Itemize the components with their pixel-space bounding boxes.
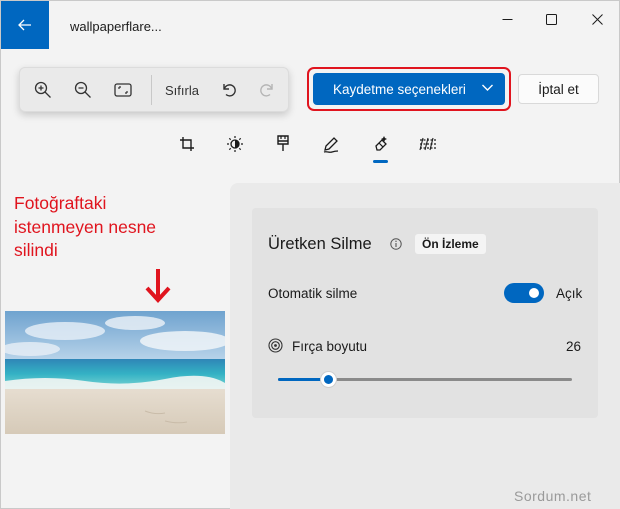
panel-title: Üretken Silme bbox=[268, 235, 372, 253]
auto-erase-toggle[interactable] bbox=[504, 283, 544, 303]
tab-filter[interactable] bbox=[273, 134, 293, 154]
tab-crop[interactable] bbox=[177, 134, 197, 154]
close-button[interactable] bbox=[574, 5, 620, 33]
info-icon[interactable] bbox=[390, 238, 402, 250]
minimize-button[interactable] bbox=[484, 5, 530, 33]
zoom-in-icon bbox=[34, 81, 51, 98]
zoom-out-button[interactable] bbox=[72, 79, 94, 101]
close-icon bbox=[591, 13, 603, 25]
preview-badge: Ön İzleme bbox=[415, 234, 486, 254]
brush-size-value: 26 bbox=[566, 339, 582, 354]
minimize-icon bbox=[502, 18, 512, 20]
annotation-text: Fotoğraftaki istenmeyen nesne silindi bbox=[14, 192, 156, 263]
tab-adjust[interactable] bbox=[225, 134, 245, 154]
fit-to-window-button[interactable] bbox=[112, 79, 134, 101]
zoom-out-icon bbox=[74, 81, 91, 98]
window-title: wallpaperflare... bbox=[70, 19, 162, 34]
brightness-icon bbox=[227, 136, 243, 152]
chevron-down-icon bbox=[481, 81, 494, 97]
fit-to-window-icon bbox=[114, 83, 132, 97]
tab-erase[interactable] bbox=[371, 134, 391, 154]
annotation-line-3: silindi bbox=[14, 240, 58, 260]
crop-icon bbox=[180, 137, 194, 151]
watermark: Sordum.net bbox=[514, 488, 592, 504]
brush-size-slider[interactable] bbox=[278, 371, 572, 388]
tab-background[interactable] bbox=[418, 134, 438, 154]
back-arrow-icon bbox=[18, 19, 31, 31]
toggle-state-label: Açık bbox=[556, 286, 583, 301]
view-toolbar: Sıfırla bbox=[19, 67, 289, 112]
brush-size-icon bbox=[268, 338, 283, 353]
brush-size-label: Fırça boyutu bbox=[292, 339, 368, 354]
undo-button[interactable] bbox=[218, 79, 240, 101]
save-options-button[interactable]: Kaydetme seçenekleri bbox=[313, 73, 505, 105]
back-button[interactable] bbox=[1, 1, 49, 49]
photos-editor-window: wallpaperflare... Sıfırla Kaydetme seçen… bbox=[0, 0, 620, 509]
save-options-label: Kaydetme seçenekleri bbox=[333, 81, 466, 97]
redo-icon bbox=[260, 84, 273, 97]
brush-icon bbox=[277, 135, 289, 151]
cancel-button[interactable]: İptal et bbox=[518, 74, 599, 104]
toolbar-separator bbox=[151, 75, 152, 105]
edited-photo bbox=[5, 311, 225, 434]
arrow-down-icon bbox=[145, 269, 171, 303]
maximize-icon bbox=[545, 13, 557, 25]
eraser-icon bbox=[375, 136, 387, 151]
redo-button[interactable] bbox=[256, 79, 278, 101]
undo-icon bbox=[223, 84, 236, 97]
active-tab-indicator bbox=[373, 160, 388, 163]
maximize-button[interactable] bbox=[528, 5, 574, 33]
annotation-line-1: Fotoğraftaki bbox=[14, 193, 107, 213]
reset-button[interactable]: Sıfırla bbox=[165, 83, 199, 98]
zoom-in-button[interactable] bbox=[32, 79, 54, 101]
pen-icon bbox=[323, 137, 339, 153]
toggle-knob bbox=[529, 288, 539, 298]
annotation-line-2: istenmeyen nesne bbox=[14, 216, 157, 237]
slider-thumb[interactable] bbox=[319, 371, 337, 388]
background-icon bbox=[419, 137, 436, 151]
auto-erase-label: Otomatik silme bbox=[268, 286, 358, 301]
tab-markup[interactable] bbox=[321, 134, 341, 154]
